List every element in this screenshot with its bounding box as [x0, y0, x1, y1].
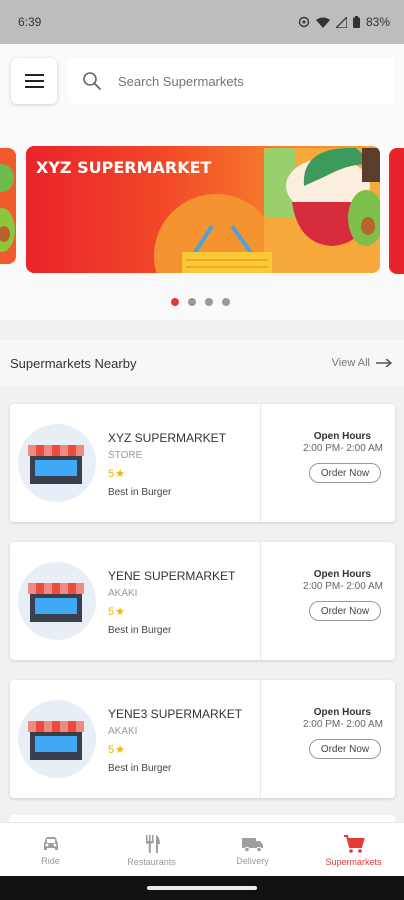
banner-title: XYZ SUPERMARKET [36, 158, 212, 177]
nav-label-ride: Ride [41, 855, 60, 866]
section-title: Supermarkets Nearby [10, 355, 137, 371]
storefront-icon [28, 583, 84, 622]
header-area: XYZ SUPERMARKET [0, 44, 404, 320]
view-all-label: View All [331, 357, 370, 369]
gesture-bar [0, 876, 404, 900]
card-divider [260, 680, 261, 798]
open-hours-label: Open Hours [313, 707, 371, 718]
search-icon [83, 72, 101, 90]
open-hours-value: 2:00 PM- 2:00 AM [302, 581, 383, 592]
signal-icon [335, 16, 347, 28]
star-icon: ★ [115, 606, 125, 618]
banner-prev-peek[interactable] [0, 148, 16, 264]
nav-item-supermarkets[interactable]: Supermarkets [303, 823, 404, 877]
nav-label-restaurants: Restaurants [127, 856, 176, 867]
open-hours-value: 2:00 PM- 2:00 AM [302, 719, 383, 730]
search-bar[interactable] [68, 58, 394, 104]
store-card[interactable]: YENE3 SUPERMARKET AKAKI 5 ★ Best in Burge… [10, 680, 395, 798]
store-thumbnail [18, 424, 96, 502]
status-bar: 6:39 83% [0, 0, 404, 44]
car-icon [43, 836, 58, 850]
rating-value: 5 [108, 605, 115, 618]
menu-button[interactable] [11, 58, 57, 104]
status-time: 6:39 [18, 15, 42, 29]
rating-value: 5 [108, 467, 115, 480]
store-tag: Best in Burger [108, 487, 172, 498]
store-name: YENE3 SUPERMARKET [108, 707, 243, 721]
store-name: YENE SUPERMARKET [108, 569, 236, 583]
carousel-indicator [171, 298, 230, 306]
order-now-button[interactable]: Order Now [309, 739, 381, 759]
hamburger-icon-line [24, 86, 44, 88]
open-hours-label: Open Hours [313, 431, 371, 442]
nav-label-delivery: Delivery [236, 855, 269, 866]
carousel-dot-active[interactable] [171, 298, 179, 306]
star-icon: ★ [115, 744, 125, 756]
battery-percent: 83% [365, 15, 390, 29]
wifi-icon [315, 17, 330, 28]
store-thumbnail [18, 562, 96, 640]
search-input[interactable] [116, 72, 360, 90]
section-header: Supermarkets Nearby View All [0, 340, 404, 386]
store-tag: Best in Burger [108, 763, 172, 774]
nav-item-ride[interactable]: Ride [0, 823, 101, 877]
battery-icon [352, 16, 360, 28]
cart-icon [343, 834, 365, 853]
card-divider [260, 404, 261, 522]
avocado-illustration [0, 148, 16, 264]
store-card[interactable]: YENE SUPERMARKET AKAKI 5 ★ Best in Burger… [10, 542, 395, 660]
store-card[interactable]: XYZ SUPERMARKET STORE 5 ★ Best in Burger … [10, 404, 395, 522]
carousel-dot[interactable] [188, 298, 196, 306]
promo-banner[interactable]: XYZ SUPERMARKET [26, 146, 380, 273]
rating-value: 5 [108, 743, 115, 756]
alarm-icon [298, 16, 310, 28]
arrow-right-icon [376, 359, 392, 367]
store-category: AKAKI [108, 588, 138, 599]
fork-knife-icon [145, 834, 160, 853]
store-category: AKAKI [108, 726, 138, 737]
storefront-icon [28, 721, 84, 760]
nav-label-supermarkets: Supermarkets [325, 856, 382, 867]
bottom-nav: Ride Restaurants Delivery Supermarkets [0, 822, 404, 877]
view-all-link[interactable]: View All [332, 357, 392, 369]
storefront-icon [28, 445, 84, 484]
carousel-dot[interactable] [222, 298, 230, 306]
star-icon: ★ [115, 468, 125, 480]
hamburger-icon-line [24, 80, 44, 82]
card-divider [260, 542, 261, 660]
hamburger-icon [24, 74, 44, 76]
nav-item-delivery[interactable]: Delivery [202, 823, 303, 877]
open-hours-label: Open Hours [313, 569, 371, 580]
nav-item-restaurants[interactable]: Restaurants [101, 823, 202, 877]
home-indicator[interactable] [147, 886, 257, 890]
store-name: XYZ SUPERMARKET [108, 431, 227, 445]
store-rating: 5 ★ [108, 467, 125, 481]
store-category: STORE [108, 450, 143, 461]
open-hours-value: 2:00 PM- 2:00 AM [302, 443, 383, 454]
carousel-dot[interactable] [205, 298, 213, 306]
truck-icon [241, 837, 263, 852]
order-now-button[interactable]: Order Now [309, 601, 381, 621]
order-now-button[interactable]: Order Now [309, 463, 381, 483]
store-tag: Best in Burger [108, 625, 172, 636]
store-rating: 5 ★ [108, 605, 125, 619]
banner-next-peek[interactable] [389, 148, 404, 274]
store-thumbnail [18, 700, 96, 778]
status-icons: 83% [298, 15, 390, 29]
store-rating: 5 ★ [108, 743, 125, 757]
